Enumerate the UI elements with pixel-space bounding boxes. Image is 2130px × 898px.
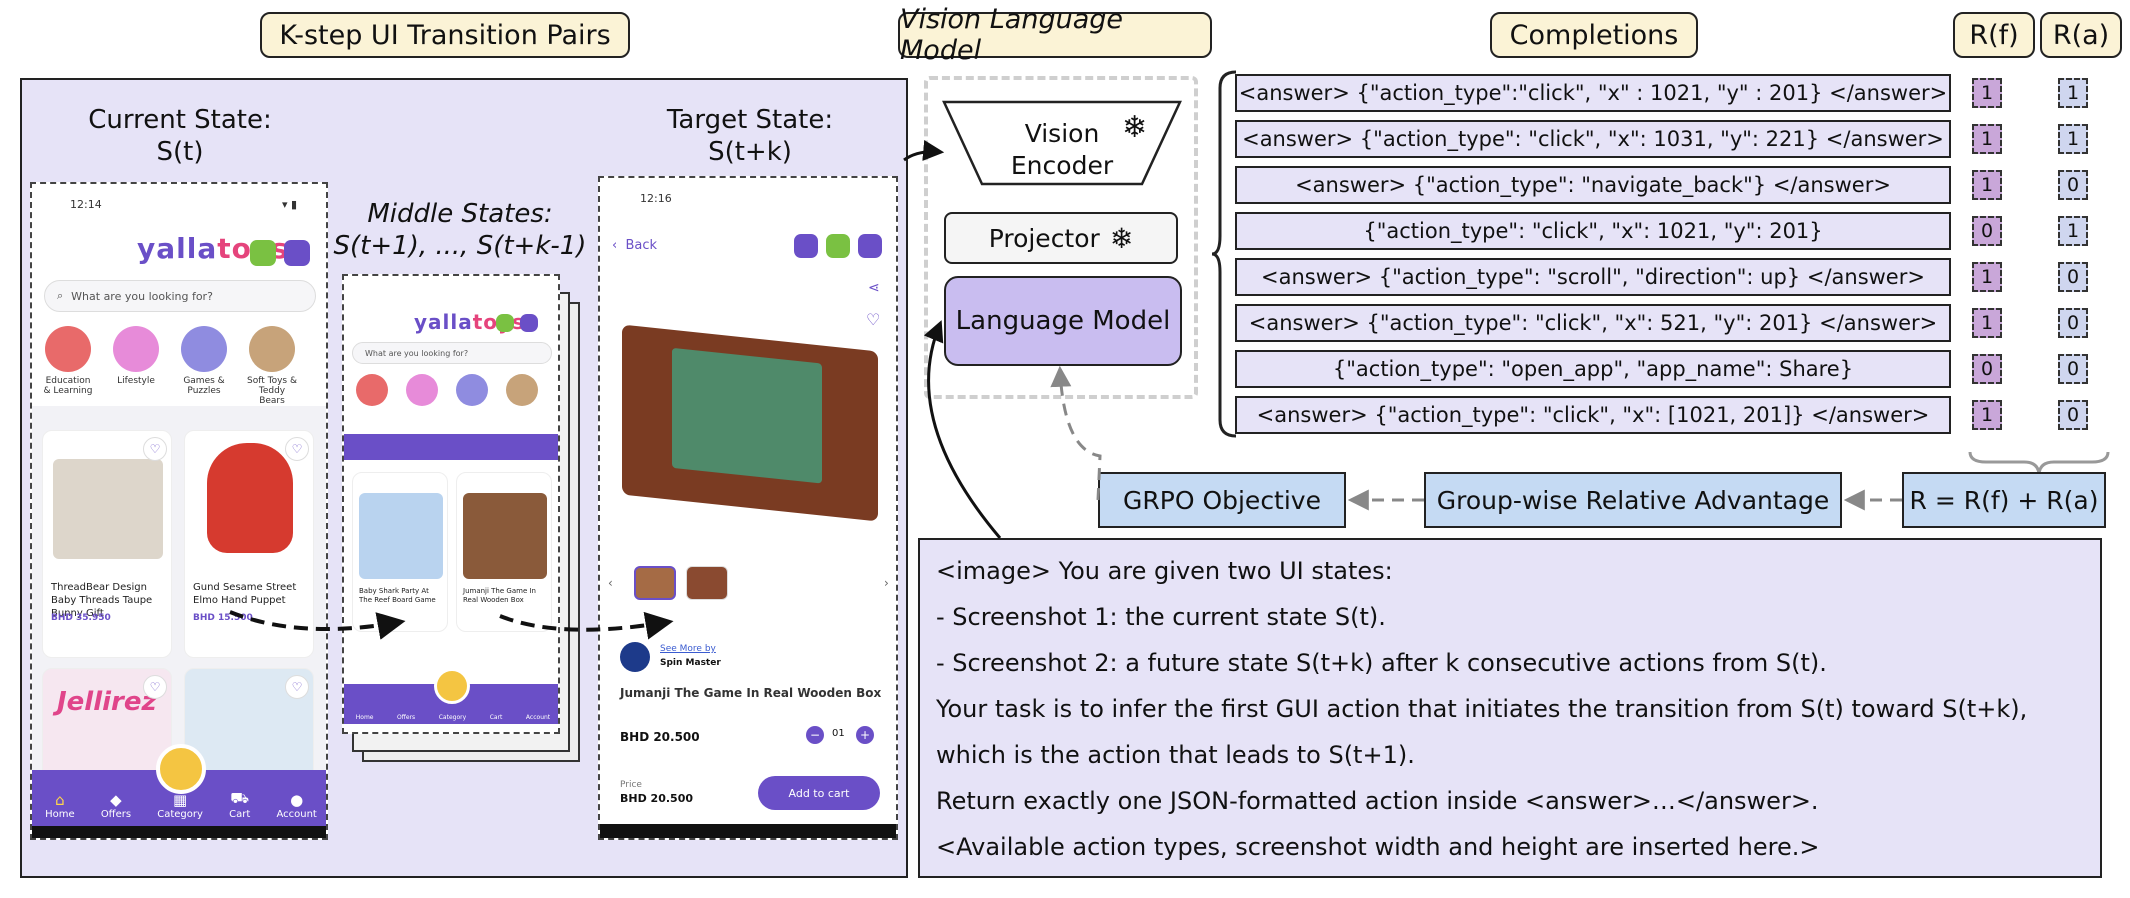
grpo-to-lm-arrow <box>1050 365 1102 501</box>
transition-arrow-2 <box>499 611 674 640</box>
prompt-to-lm-arrow <box>923 320 1002 539</box>
arrow-layer <box>229 140 1902 640</box>
transition-arrow-1 <box>229 610 406 640</box>
target-to-encoder-arrow <box>903 140 945 162</box>
